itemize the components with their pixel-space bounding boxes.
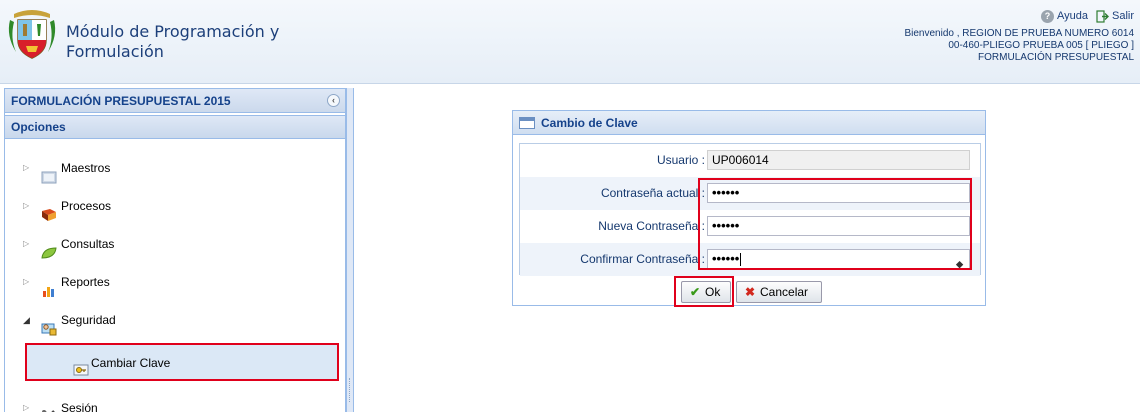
tree-item-cambiar-clave[interactable]: Cambiar Clave [25,343,339,381]
expand-arrow-icon[interactable]: ▷ [23,187,29,225]
tree-item-label: Sesión [61,401,98,412]
help-icon[interactable]: ? [1040,9,1054,23]
tree-item-label: Maestros [61,161,111,175]
cancel-icon: ✖ [744,285,756,299]
app-header: Módulo de Programación y Formulación ? Ay… [0,0,1140,84]
welcome-line: 00-460-PLIEGO PRUEBA 005 [ PLIEGO ] [948,40,1134,51]
security-icon [41,313,57,336]
welcome-line: FORMULACIÓN PRESUPUESTAL [978,52,1134,63]
current-password-label: Contraseña actual : [600,186,705,200]
tree-item-maestros[interactable]: ▷ Maestros [5,149,345,187]
expand-arrow-icon[interactable]: ▷ [23,225,29,263]
navigation-tree: ▷ Maestros ▷ Procesos ▷ Consultas ▷ Repo… [5,139,345,412]
collapse-panel-icon[interactable]: ‹ [327,94,340,107]
check-icon: ✔ [689,285,701,299]
book-icon [41,199,57,221]
expand-arrow-icon[interactable]: ▷ [23,263,29,301]
welcome-line: Bienvenido , REGION DE PRUEBA NUMERO 601… [904,28,1134,39]
tree-item-label: Reportes [61,275,110,289]
leaf-icon [41,237,57,259]
cancel-button-label: Cancelar [760,285,809,299]
tools-icon [41,401,57,412]
welcome-info: Bienvenido , REGION DE PRUEBA NUMERO 601… [904,28,1134,64]
top-links: ? Ayuda Salir [904,8,1134,24]
ok-button-label: Ok [705,285,721,299]
new-password-label: Nueva Contraseña : [598,219,705,233]
confirm-password-label: Confirmar Contraseña : [580,252,705,266]
panel-title: FORMULACIÓN PRESUPUESTAL 2015 ‹ [5,89,345,113]
key-icon [73,355,89,376]
panel-splitter[interactable] [346,88,354,412]
peru-coat-of-arms-logo [6,8,58,62]
chart-icon [41,275,57,297]
panel-title-text: FORMULACIÓN PRESUPUESTAL 2015 [11,94,231,108]
tree-item-label: Consultas [61,237,115,251]
tree-item-seguridad[interactable]: ◢ Seguridad [5,301,345,339]
collapse-arrow-icon[interactable]: ◢ [23,301,30,339]
dialog-title: Cambio de Clave [513,111,985,135]
window-icon [519,117,535,129]
options-header: Opciones [5,115,345,139]
folder-icon [41,161,57,184]
usuario-label: Usuario : [656,153,705,167]
help-link[interactable]: Ayuda [1057,8,1088,24]
exit-icon[interactable] [1096,9,1109,23]
tree-item-label: Cambiar Clave [91,356,171,370]
tree-item-sesion[interactable]: ▷ Sesión [5,389,345,412]
cancel-button[interactable]: ✖ Cancelar [736,281,822,303]
expand-arrow-icon[interactable]: ▷ [23,389,29,412]
tree-item-label: Seguridad [61,313,116,327]
tree-item-reportes[interactable]: ▷ Reportes [5,263,345,301]
usuario-field[interactable]: UP006014 [707,150,970,170]
tree-item-consultas[interactable]: ▷ Consultas [5,225,345,263]
tree-item-procesos[interactable]: ▷ Procesos [5,187,345,225]
expand-arrow-icon[interactable]: ▷ [23,149,29,187]
form-row-usuario: Usuario : UP006014 [520,144,980,177]
splitter-grip[interactable] [349,378,351,402]
header-user-area: ? Ayuda Salir Bienvenido , REGION DE PRUEB… [904,8,1134,64]
tree-item-label: Procesos [61,199,112,213]
navigation-panel: FORMULACIÓN PRESUPUESTAL 2015 ‹ Opciones… [4,88,346,412]
app-title: Módulo de Programación y Formulación [66,22,280,61]
password-fields-highlight [698,178,972,270]
exit-link[interactable]: Salir [1112,8,1134,24]
ok-button[interactable]: ✔ Ok [681,281,731,303]
dialog-title-text: Cambio de Clave [541,116,638,130]
